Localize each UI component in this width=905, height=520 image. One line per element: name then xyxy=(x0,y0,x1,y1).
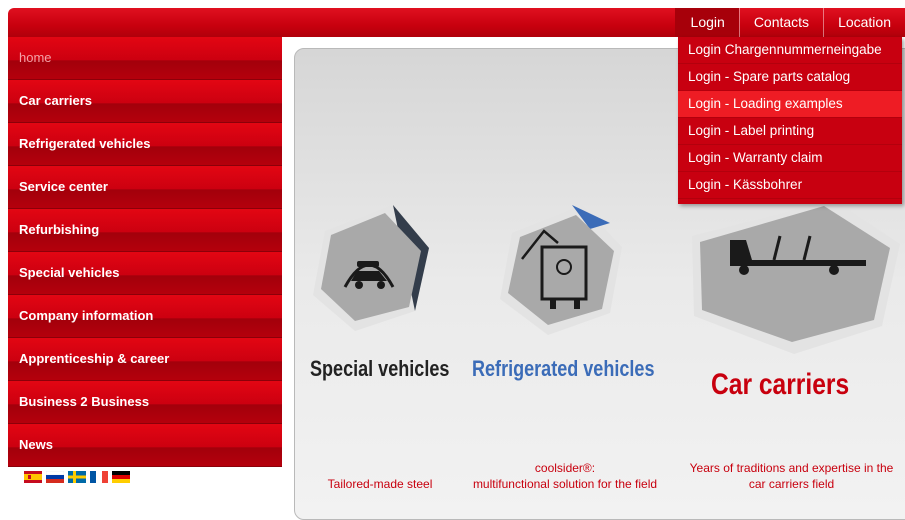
sidebar-item-home[interactable]: home xyxy=(8,37,282,80)
contacts-link[interactable]: Contacts xyxy=(738,8,823,37)
car-carriers-icon[interactable] xyxy=(684,196,904,356)
flag-fr-icon[interactable] xyxy=(90,471,108,483)
sidebar-item-special-vehicles[interactable]: Special vehicles xyxy=(8,252,282,295)
flag-es-icon[interactable] xyxy=(24,471,42,483)
dropdown-item-warranty-claim[interactable]: Login - Warranty claim xyxy=(678,145,902,172)
refrigerated-desc-line1: coolsider®: xyxy=(534,461,596,475)
refrigerated-vehicles-title[interactable]: Refrigerated vehicles xyxy=(472,356,654,382)
refrigerated-desc-line2: multifunctional solution for the field xyxy=(472,477,658,491)
sidebar-item-car-carriers[interactable]: Car carriers xyxy=(8,80,282,123)
car-carriers-title[interactable]: Car carriers xyxy=(711,368,849,402)
login-menu[interactable]: Login xyxy=(674,8,739,37)
sidebar-item-company-information[interactable]: Company information xyxy=(8,295,282,338)
car-desc-line2: car carriers field xyxy=(748,477,835,491)
special-vehicles-description: Tailored-made steel xyxy=(327,477,433,491)
flag-de-icon[interactable] xyxy=(112,471,130,483)
sidebar-item-b2b[interactable]: Business 2 Business xyxy=(8,381,282,424)
refrigerated-vehicles-description: coolsider®: multifunctional solution for… xyxy=(455,460,675,492)
sidebar-nav: home Car carriers Refrigerated vehicles … xyxy=(8,37,282,467)
language-flags xyxy=(24,471,130,483)
top-bar: Login Contacts Location xyxy=(8,8,905,37)
sidebar-item-service-center[interactable]: Service center xyxy=(8,166,282,209)
sidebar-item-news[interactable]: News xyxy=(8,424,282,467)
dropdown-item-spare-parts[interactable]: Login - Spare parts catalog xyxy=(678,64,902,91)
flag-se-icon[interactable] xyxy=(68,471,86,483)
sidebar-item-refurbishing[interactable]: Refurbishing xyxy=(8,209,282,252)
special-vehicles-title[interactable]: Special vehicles xyxy=(310,356,449,382)
car-desc-line1: Years of traditions and expertise in the xyxy=(689,461,894,475)
sidebar-item-refrigerated-vehicles[interactable]: Refrigerated vehicles xyxy=(8,123,282,166)
special-vehicles-icon[interactable] xyxy=(305,203,435,333)
top-nav: Login Contacts Location xyxy=(674,8,905,37)
dropdown-item-label-printing[interactable]: Login - Label printing xyxy=(678,118,902,145)
location-link[interactable]: Location xyxy=(823,8,905,37)
dropdown-item-kassbohrer[interactable]: Login - Kässbohrer xyxy=(678,172,902,199)
dropdown-item-loading-examples[interactable]: Login - Loading examples xyxy=(678,91,902,118)
dropdown-item-chargennummer[interactable]: Login Chargennummerneingabe xyxy=(678,37,902,64)
refrigerated-vehicles-icon[interactable] xyxy=(492,203,632,338)
flag-ru-icon[interactable] xyxy=(46,471,64,483)
login-dropdown: Login Chargennummerneingabe Login - Spar… xyxy=(678,37,902,204)
car-carriers-description: Years of traditions and expertise in the… xyxy=(678,460,905,492)
sidebar-item-apprenticeship[interactable]: Apprenticeship & career xyxy=(8,338,282,381)
